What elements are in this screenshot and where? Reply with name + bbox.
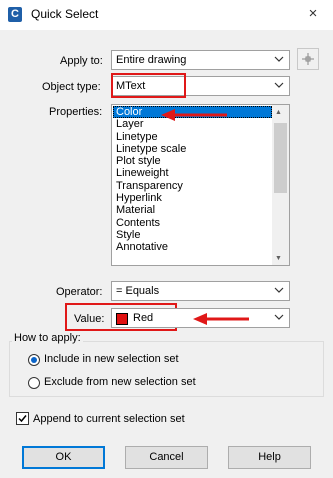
- list-item[interactable]: Transparency: [113, 180, 272, 192]
- chevron-down-icon: [274, 287, 284, 293]
- select-objects-button[interactable]: [297, 48, 319, 70]
- append-label[interactable]: Append to current selection set: [33, 413, 185, 425]
- title-bar: C Quick Select ×: [0, 0, 333, 30]
- exclude-radio[interactable]: [28, 377, 40, 389]
- crosshair-icon: [302, 53, 314, 65]
- app-logo-icon: C: [8, 7, 22, 22]
- scroll-down-icon[interactable]: ▼: [275, 255, 282, 262]
- list-item[interactable]: Plot style: [113, 155, 272, 167]
- list-item[interactable]: Annotative: [113, 241, 272, 253]
- list-item[interactable]: Linetype: [113, 131, 272, 143]
- object-type-label-text: Object type:: [42, 81, 101, 93]
- include-label[interactable]: Include in new selection set: [44, 353, 179, 365]
- chevron-down-icon: [274, 56, 284, 62]
- object-type-highlight: [111, 73, 186, 98]
- list-item[interactable]: Contents: [113, 217, 272, 229]
- append-checkbox[interactable]: [16, 412, 29, 425]
- annotation-arrow-icon: [193, 313, 249, 325]
- annotation-arrow-icon: [161, 109, 227, 121]
- exclude-label[interactable]: Exclude from new selection set: [44, 376, 196, 388]
- operator-label: Operator:: [56, 286, 103, 298]
- properties-label: Properties:: [49, 106, 103, 118]
- chevron-down-icon: [274, 82, 284, 88]
- scrollbar-thumb[interactable]: [274, 123, 287, 193]
- properties-list: Color Layer Linetype Linetype scale Plot sty…: [113, 106, 272, 254]
- close-icon[interactable]: ×: [301, 2, 325, 26]
- cancel-button[interactable]: Cancel: [125, 446, 208, 469]
- color-swatch: [116, 313, 128, 325]
- ok-button[interactable]: OK: [22, 446, 105, 469]
- help-button[interactable]: Help: [228, 446, 311, 469]
- apply-to-label: Apply to:: [60, 55, 103, 67]
- apply-to-value: Entire drawing: [116, 54, 187, 66]
- list-item[interactable]: Linetype scale: [113, 143, 272, 155]
- operator-value: = Equals: [116, 285, 160, 297]
- operator-dropdown[interactable]: = Equals: [111, 281, 290, 301]
- how-to-apply-title: How to apply:: [12, 332, 83, 344]
- value-text: Red: [133, 312, 154, 324]
- how-to-apply-group: [9, 341, 324, 397]
- window-title: Quick Select: [31, 7, 99, 21]
- object-type-label: Object type:: [42, 81, 101, 93]
- properties-listbox[interactable]: Color Layer Linetype Linetype scale Plot sty…: [111, 104, 290, 266]
- properties-scrollbar[interactable]: ▲ ▼: [272, 105, 289, 265]
- scroll-up-icon[interactable]: ▲: [275, 109, 282, 116]
- list-item[interactable]: Lineweight: [113, 167, 272, 179]
- list-item[interactable]: Hyperlink: [113, 192, 272, 204]
- chevron-down-icon: [274, 314, 284, 320]
- checkmark-icon: [18, 415, 27, 423]
- apply-to-dropdown[interactable]: Entire drawing: [111, 50, 290, 70]
- include-radio[interactable]: [28, 354, 40, 366]
- list-item[interactable]: Material: [113, 204, 272, 216]
- list-item[interactable]: Style: [113, 229, 272, 241]
